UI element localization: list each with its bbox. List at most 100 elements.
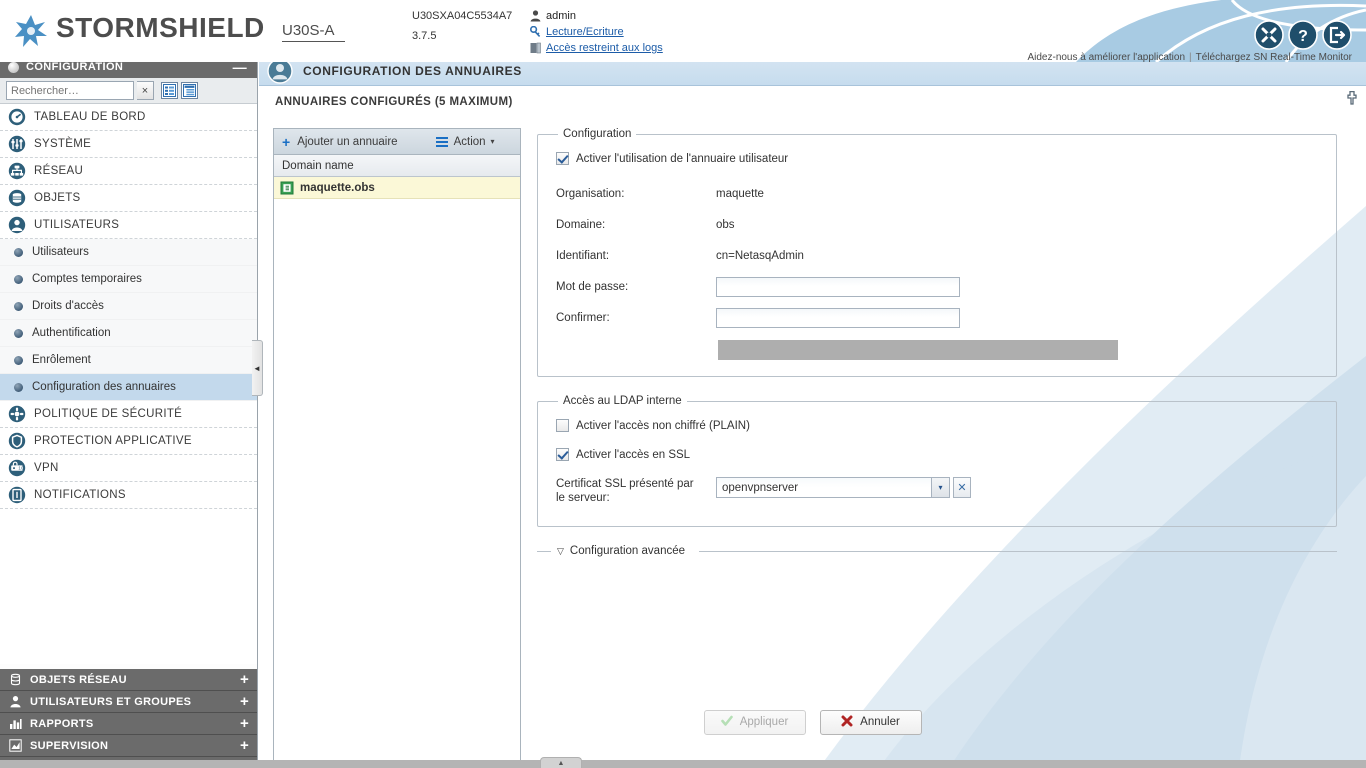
search-clear-button[interactable]: × bbox=[137, 81, 154, 100]
application-window: STORMSHIELD U30S-A U30SXA04C5534A7 3.7.5… bbox=[0, 0, 1366, 768]
logout-icon[interactable] bbox=[1322, 20, 1352, 50]
sidebar-item-comptes-temporaires[interactable]: Comptes temporaires bbox=[0, 266, 257, 293]
identifiant-value: cn=NetasqAdmin bbox=[716, 250, 804, 262]
bullet-icon bbox=[14, 328, 23, 338]
header-action-icons: ? bbox=[1254, 20, 1352, 50]
certificate-label-line2: le serveur: bbox=[556, 492, 610, 504]
sidebar-item-droits-d-acces[interactable]: Droits d'accès bbox=[0, 293, 257, 320]
plain-access-checkbox[interactable] bbox=[556, 419, 569, 432]
sidebar-item-vpn[interactable]: 10 VPN bbox=[0, 455, 257, 482]
apply-button[interactable]: Appliquer bbox=[703, 709, 806, 735]
directory-entry-icon bbox=[280, 181, 294, 195]
expand-icon[interactable]: + bbox=[240, 672, 249, 687]
key-icon bbox=[528, 25, 542, 39]
expand-icon[interactable]: + bbox=[240, 738, 249, 753]
improve-link[interactable]: Aidez-nous à améliorer l'application bbox=[1027, 52, 1185, 62]
password-strength-bar bbox=[718, 340, 1118, 360]
user-row: admin bbox=[528, 8, 663, 24]
sidebar-menu: TABLEAU DE BORD SYSTÈME RÉSEAU OBJETS UT… bbox=[0, 104, 257, 664]
directory-list-panel: + Ajouter un annuaire Action ▾ Domain na… bbox=[273, 128, 521, 768]
domaine-label: Domaine: bbox=[556, 219, 606, 231]
sidebar-group-label: UTILISATEURS ET GROUPES bbox=[30, 695, 192, 708]
add-directory-button[interactable]: + Ajouter un annuaire bbox=[282, 133, 398, 150]
help-icon[interactable]: ? bbox=[1288, 20, 1318, 50]
download-monitor-link[interactable]: Téléchargez SN Real-Time Monitor bbox=[1196, 52, 1352, 62]
sidebar-minimize-button[interactable]: — bbox=[233, 60, 249, 74]
sidebar-item-utilisateurs[interactable]: UTILISATEURS bbox=[0, 212, 257, 239]
bullet-icon bbox=[14, 247, 23, 257]
certificate-clear-button[interactable]: ✕ bbox=[953, 477, 971, 498]
sidebar-item-notifications[interactable]: NOTIFICATIONS bbox=[0, 482, 257, 509]
advanced-configuration-toggle[interactable]: ▽ Configuration avancée bbox=[537, 545, 1337, 557]
configuration-sidebar: CONFIGURATION — « × TABLEAU DE BORD bbox=[0, 42, 258, 768]
sidebar-group-supervision[interactable]: SUPERVISION + bbox=[0, 735, 257, 757]
search-input[interactable] bbox=[6, 81, 134, 100]
tree-view-icon[interactable] bbox=[181, 82, 198, 99]
user-info-block: admin Lecture/Ecriture Accès restreint a… bbox=[528, 8, 663, 56]
list-view-icon[interactable] bbox=[161, 82, 178, 99]
ssl-access-checkbox-row[interactable]: Activer l'accès en SSL bbox=[556, 448, 1318, 461]
device-info: U30SXA04C5534A7 3.7.5 bbox=[412, 8, 512, 44]
sidebar-item-protection-applicative[interactable]: PROTECTION APPLICATIVE bbox=[0, 428, 257, 455]
chart-icon bbox=[8, 738, 23, 753]
log-access-row[interactable]: Accès restreint aux logs bbox=[528, 40, 663, 56]
action-menu-button[interactable]: Action ▾ bbox=[435, 135, 495, 149]
enable-directory-checkbox[interactable] bbox=[556, 152, 569, 165]
certificate-label-line1: Certificat SSL présenté par bbox=[556, 478, 694, 490]
sidebar-title: CONFIGURATION bbox=[26, 61, 124, 73]
directory-column-header: Domain name bbox=[274, 155, 520, 177]
access-mode-row[interactable]: Lecture/Ecriture bbox=[528, 24, 663, 40]
person-icon bbox=[8, 694, 23, 709]
certificate-select[interactable]: openvpnserver bbox=[716, 477, 932, 498]
logs-icon bbox=[528, 41, 542, 55]
plus-icon: + bbox=[282, 133, 291, 150]
password-input[interactable] bbox=[716, 277, 960, 297]
plain-access-checkbox-row[interactable]: Activer l'accès non chiffré (PLAIN) bbox=[556, 419, 1318, 432]
sidebar-item-label: PROTECTION APPLICATIVE bbox=[34, 435, 192, 447]
pin-icon[interactable] bbox=[1344, 90, 1360, 106]
bottom-panel-toggle[interactable]: ▲ bbox=[540, 757, 582, 768]
cancel-button[interactable]: Annuler bbox=[819, 709, 922, 735]
enable-directory-checkbox-row[interactable]: Activer l'utilisation de l'annuaire util… bbox=[556, 152, 1318, 165]
field-domaine: Domaine: obs bbox=[556, 212, 1318, 238]
sidebar-item-authentification[interactable]: Authentification bbox=[0, 320, 257, 347]
triangle-down-icon: ▽ bbox=[557, 545, 564, 556]
sidebar-group-utilisateurs-et-groupes[interactable]: UTILISATEURS ET GROUPES + bbox=[0, 691, 257, 713]
sidebar-item-tableau-de-bord[interactable]: TABLEAU DE BORD bbox=[0, 104, 257, 131]
table-row[interactable]: maquette.obs bbox=[274, 177, 520, 199]
svg-text:10: 10 bbox=[18, 466, 24, 471]
expand-icon[interactable]: + bbox=[240, 716, 249, 731]
sidebar-group-objets-reseau[interactable]: OBJETS RÉSEAU + bbox=[0, 669, 257, 691]
sidebar-item-label: Configuration des annuaires bbox=[32, 381, 176, 393]
confirm-input[interactable] bbox=[716, 308, 960, 328]
chevron-down-icon: ▾ bbox=[490, 137, 495, 146]
sidebar-item-politique-de-securite[interactable]: POLITIQUE DE SÉCURITÉ bbox=[0, 401, 257, 428]
field-confirm: Confirmer: bbox=[556, 305, 1318, 331]
bullet-icon bbox=[14, 274, 23, 284]
log-access-link[interactable]: Accès restreint aux logs bbox=[546, 40, 663, 56]
sidebar-item-utilisateurs-sub[interactable]: Utilisateurs bbox=[0, 239, 257, 266]
network-icon bbox=[8, 162, 26, 180]
page-title: CONFIGURATION DES ANNUAIRES bbox=[303, 63, 522, 78]
sidebar-group-label: RAPPORTS bbox=[30, 717, 94, 730]
sidebar-item-reseau[interactable]: RÉSEAU bbox=[0, 158, 257, 185]
ssl-access-checkbox[interactable] bbox=[556, 448, 569, 461]
sidebar-item-enrolement[interactable]: Enrôlement bbox=[0, 347, 257, 374]
advanced-configuration-label: Configuration avancée bbox=[569, 545, 686, 557]
sidebar-item-label: Enrôlement bbox=[32, 354, 91, 366]
sidebar-item-systeme[interactable]: SYSTÈME bbox=[0, 131, 257, 158]
expand-icon[interactable]: + bbox=[240, 694, 249, 709]
ldap-fieldset: Accès au LDAP interne Activer l'accès no… bbox=[537, 395, 1337, 527]
directory-toolbar: + Ajouter un annuaire Action ▾ bbox=[274, 129, 520, 155]
sidebar-group-rapports[interactable]: RAPPORTS + bbox=[0, 713, 257, 735]
add-directory-label: Ajouter un annuaire bbox=[297, 135, 398, 148]
tools-icon[interactable] bbox=[1254, 20, 1284, 50]
certificate-row: Certificat SSL présenté par le serveur: … bbox=[556, 477, 1318, 505]
access-mode-link[interactable]: Lecture/Ecriture bbox=[546, 24, 624, 40]
chevron-down-icon[interactable]: ▾ bbox=[932, 477, 950, 498]
sidebar-item-objets[interactable]: OBJETS bbox=[0, 185, 257, 212]
sidebar-item-configuration-des-annuaires[interactable]: Configuration des annuaires bbox=[0, 374, 257, 401]
sidebar-resize-handle[interactable]: ◄ bbox=[252, 340, 263, 396]
configuration-legend: Configuration bbox=[563, 128, 632, 140]
ssl-access-label: Activer l'accès en SSL bbox=[576, 448, 691, 461]
